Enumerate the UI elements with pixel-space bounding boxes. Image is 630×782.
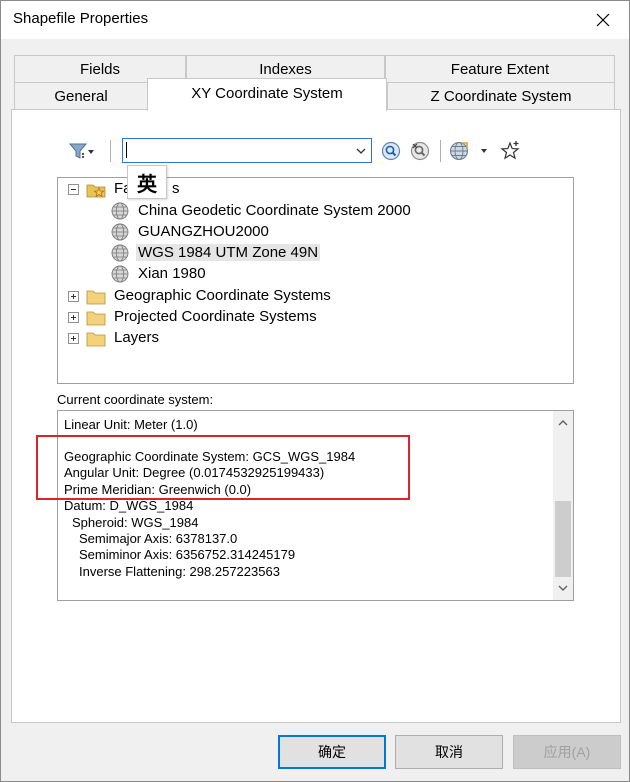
cs-line: Semimajor Axis: 6378137.0 xyxy=(79,531,238,546)
tree-item-label: GUANGZHOU2000 xyxy=(138,223,269,240)
tab-label: Indexes xyxy=(259,61,312,78)
tree-item-guangzhou2000[interactable]: GUANGZHOU2000 xyxy=(58,222,573,243)
cancel-button[interactable]: 取消 xyxy=(395,735,503,769)
window-title: Shapefile Properties xyxy=(13,10,149,27)
ime-indicator: 英 xyxy=(127,165,167,199)
search-input[interactable] xyxy=(125,140,345,161)
tree-item-wgs84-utm49n[interactable]: WGS 1984 UTM Zone 49N xyxy=(58,243,573,264)
cs-line: Angular Unit: Degree (0.0174532925199433… xyxy=(64,465,325,480)
chevron-up-icon xyxy=(558,420,568,426)
tree-item-projected-cs[interactable]: Projected Coordinate Systems xyxy=(58,307,573,328)
tree-item-label: Geographic Coordinate Systems xyxy=(114,287,331,304)
add-favorite-button[interactable] xyxy=(498,140,522,162)
apply-button[interactable]: 应用(A) xyxy=(513,735,621,769)
tab-label: XY Coordinate System xyxy=(191,85,343,102)
cs-line: Spheroid: WGS_1984 xyxy=(72,515,199,530)
tab-z-coordinate-system[interactable]: Z Coordinate System xyxy=(387,82,615,110)
search-icon xyxy=(381,141,401,161)
clear-search-icon xyxy=(410,141,430,161)
tab-label: Z Coordinate System xyxy=(430,88,572,105)
globe-dropdown-button[interactable] xyxy=(448,140,492,162)
folder-icon xyxy=(86,290,106,305)
collapse-icon[interactable] xyxy=(68,184,79,195)
properties-window: Shapefile Properties Fields Indexes Feat… xyxy=(0,0,630,782)
close-icon xyxy=(596,13,610,27)
tab-label: General xyxy=(54,88,108,105)
expand-icon[interactable] xyxy=(68,312,79,323)
tab-xy-coordinate-system[interactable]: XY Coordinate System xyxy=(147,78,387,111)
tab-feature-extent[interactable]: Feature Extent xyxy=(385,55,615,83)
cs-line: Prime Meridian: Greenwich (0.0) xyxy=(64,482,252,497)
clear-search-button[interactable] xyxy=(409,140,431,162)
chevron-down-icon xyxy=(558,585,568,591)
scrollbar-thumb[interactable] xyxy=(555,501,571,577)
expand-icon[interactable] xyxy=(68,291,79,302)
tree-item-cgcs2000[interactable]: China Geodetic Coordinate System 2000 xyxy=(58,201,573,222)
text-cursor xyxy=(126,142,127,158)
globe-icon xyxy=(111,202,129,220)
favorites-folder-icon xyxy=(86,184,106,198)
filter-icon xyxy=(68,143,94,159)
globe-icon xyxy=(111,244,129,262)
cs-line: Geographic Coordinate System: GCS_WGS_19… xyxy=(64,449,356,464)
add-favorite-icon xyxy=(500,141,520,160)
coordinate-system-tree[interactable]: Fa s China Geodetic Coordinate System 20… xyxy=(57,177,574,384)
search-combobox[interactable] xyxy=(122,138,372,163)
tree-item-label: WGS 1984 UTM Zone 49N xyxy=(136,244,321,261)
tree-item-label: s xyxy=(172,180,180,197)
cs-line: Semiminor Axis: 6356752.314245179 xyxy=(79,547,296,562)
search-button[interactable] xyxy=(380,140,402,162)
cs-line: Inverse Flattening: 298.257223563 xyxy=(79,564,280,579)
filter-dropdown-button[interactable] xyxy=(59,140,103,162)
chevron-down-icon[interactable] xyxy=(355,145,367,157)
toolbar-separator xyxy=(110,140,111,162)
folder-icon xyxy=(86,332,106,347)
toolbar-separator xyxy=(440,140,441,162)
vertical-scrollbar[interactable] xyxy=(553,411,573,600)
tab-label: Feature Extent xyxy=(450,61,550,78)
title-bar: Shapefile Properties xyxy=(1,1,629,39)
scroll-down-button[interactable] xyxy=(553,578,573,598)
expand-icon[interactable] xyxy=(68,333,79,344)
cs-line: Linear Unit: Meter (1.0) xyxy=(64,417,198,432)
tree-item-xian1980[interactable]: Xian 1980 xyxy=(58,264,573,285)
folder-icon xyxy=(86,311,106,326)
globe-icon xyxy=(449,141,487,161)
tab-general[interactable]: General xyxy=(14,82,148,110)
current-cs-label: Current coordinate system: xyxy=(57,392,214,407)
current-cs-textbox[interactable]: Linear Unit: Meter (1.0) Geographic Coor… xyxy=(57,410,574,601)
tab-label: Fields xyxy=(79,61,120,78)
tree-item-label: Layers xyxy=(114,329,160,346)
scroll-up-button[interactable] xyxy=(553,413,573,433)
tree-item-label: Xian 1980 xyxy=(138,265,206,282)
ok-button[interactable]: 确定 xyxy=(278,735,386,769)
tree-item-layers[interactable]: Layers xyxy=(58,328,573,349)
cs-line: Datum: D_WGS_1984 xyxy=(64,498,194,513)
tree-item-geographic-cs[interactable]: Geographic Coordinate Systems xyxy=(58,286,573,307)
tree-item-label: China Geodetic Coordinate System 2000 xyxy=(138,202,411,219)
globe-icon xyxy=(111,223,129,241)
close-button[interactable] xyxy=(585,5,621,35)
tree-item-label: Projected Coordinate Systems xyxy=(114,308,317,325)
globe-icon xyxy=(111,265,129,283)
